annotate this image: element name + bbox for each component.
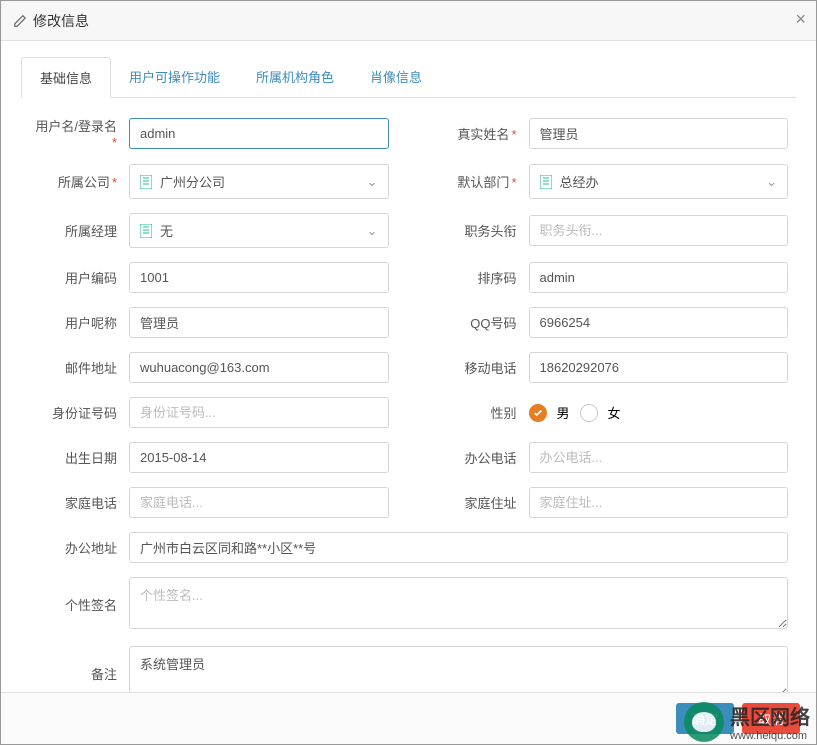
dept-select[interactable]: 总经办 ⌄	[529, 164, 789, 199]
doc-icon	[140, 175, 152, 189]
label-dept: 默认部门*	[429, 172, 529, 191]
chevron-down-icon: ⌄	[367, 223, 378, 239]
dialog-title-text: 修改信息	[33, 11, 89, 31]
chevron-down-icon: ⌄	[367, 174, 378, 190]
label-usercode: 用户编码	[29, 268, 129, 287]
tab-permissions[interactable]: 用户可操作功能	[111, 57, 238, 97]
label-username: 用户名/登录名*	[29, 116, 129, 150]
cancel-button[interactable]: 取消	[742, 703, 800, 734]
label-officephone: 办公电话	[429, 448, 529, 467]
mobile-input[interactable]	[529, 352, 789, 383]
tabs: 基础信息 用户可操作功能 所属机构角色 肖像信息	[21, 57, 796, 98]
birth-input[interactable]	[129, 442, 389, 473]
homeaddr-input[interactable]	[529, 487, 789, 518]
label-female: 女	[608, 403, 621, 422]
radio-male[interactable]	[529, 404, 547, 422]
label-signature: 个性签名	[29, 595, 129, 614]
label-homephone: 家庭电话	[29, 493, 129, 512]
label-company: 所属公司*	[29, 172, 129, 191]
manager-select[interactable]: 无 ⌄	[129, 213, 389, 248]
form-body: 用户名/登录名* 真实姓名* 所属公司* 广州分公司 ⌄	[1, 98, 816, 692]
label-title: 职务头衔	[429, 221, 529, 240]
company-select[interactable]: 广州分公司 ⌄	[129, 164, 389, 199]
usercode-input[interactable]	[129, 262, 389, 293]
label-nickname: 用户呢称	[29, 313, 129, 332]
dept-value: 总经办	[560, 172, 767, 191]
title-input[interactable]	[529, 215, 789, 246]
label-manager: 所属经理	[29, 221, 129, 240]
label-male: 男	[557, 403, 570, 422]
homephone-input[interactable]	[129, 487, 389, 518]
label-idcard: 身份证号码	[29, 403, 129, 422]
tab-basic[interactable]: 基础信息	[21, 57, 111, 98]
doc-icon	[540, 175, 552, 189]
label-birth: 出生日期	[29, 448, 129, 467]
signature-input[interactable]	[129, 577, 788, 629]
radio-female[interactable]	[580, 404, 598, 422]
label-email: 邮件地址	[29, 358, 129, 377]
sortcode-input[interactable]	[529, 262, 789, 293]
doc-icon	[140, 224, 152, 238]
label-mobile: 移动电话	[429, 358, 529, 377]
email-input[interactable]	[129, 352, 389, 383]
label-realname: 真实姓名*	[429, 124, 529, 143]
realname-input[interactable]	[529, 118, 789, 149]
label-gender: 性别	[429, 403, 529, 422]
edit-icon	[13, 14, 27, 28]
remark-input[interactable]	[129, 646, 788, 692]
label-officeaddr: 办公地址	[29, 538, 129, 557]
idcard-input[interactable]	[129, 397, 389, 428]
label-homeaddr: 家庭住址	[429, 493, 529, 512]
company-value: 广州分公司	[160, 172, 367, 191]
gender-radio-group: 男 女	[529, 403, 789, 422]
manager-value: 无	[160, 221, 367, 240]
label-remark: 备注	[29, 664, 129, 683]
officeaddr-input[interactable]	[129, 532, 788, 563]
label-qq: QQ号码	[429, 313, 529, 332]
ok-button[interactable]: 确定	[676, 703, 734, 734]
qq-input[interactable]	[529, 307, 789, 338]
officephone-input[interactable]	[529, 442, 789, 473]
dialog-title: 修改信息	[13, 11, 89, 31]
label-sortcode: 排序码	[429, 268, 529, 287]
tab-org-role[interactable]: 所属机构角色	[238, 57, 352, 97]
dialog-footer: 确定 取消 黑区网络 www.heiqu.com	[1, 692, 816, 744]
dialog: 修改信息 × 基础信息 用户可操作功能 所属机构角色 肖像信息 用户名/登录名*…	[0, 0, 817, 745]
chevron-down-icon: ⌄	[766, 174, 777, 190]
dialog-header: 修改信息 ×	[1, 1, 816, 41]
close-icon[interactable]: ×	[795, 9, 806, 30]
username-input[interactable]	[129, 118, 389, 149]
tab-avatar[interactable]: 肖像信息	[352, 57, 440, 97]
nickname-input[interactable]	[129, 307, 389, 338]
